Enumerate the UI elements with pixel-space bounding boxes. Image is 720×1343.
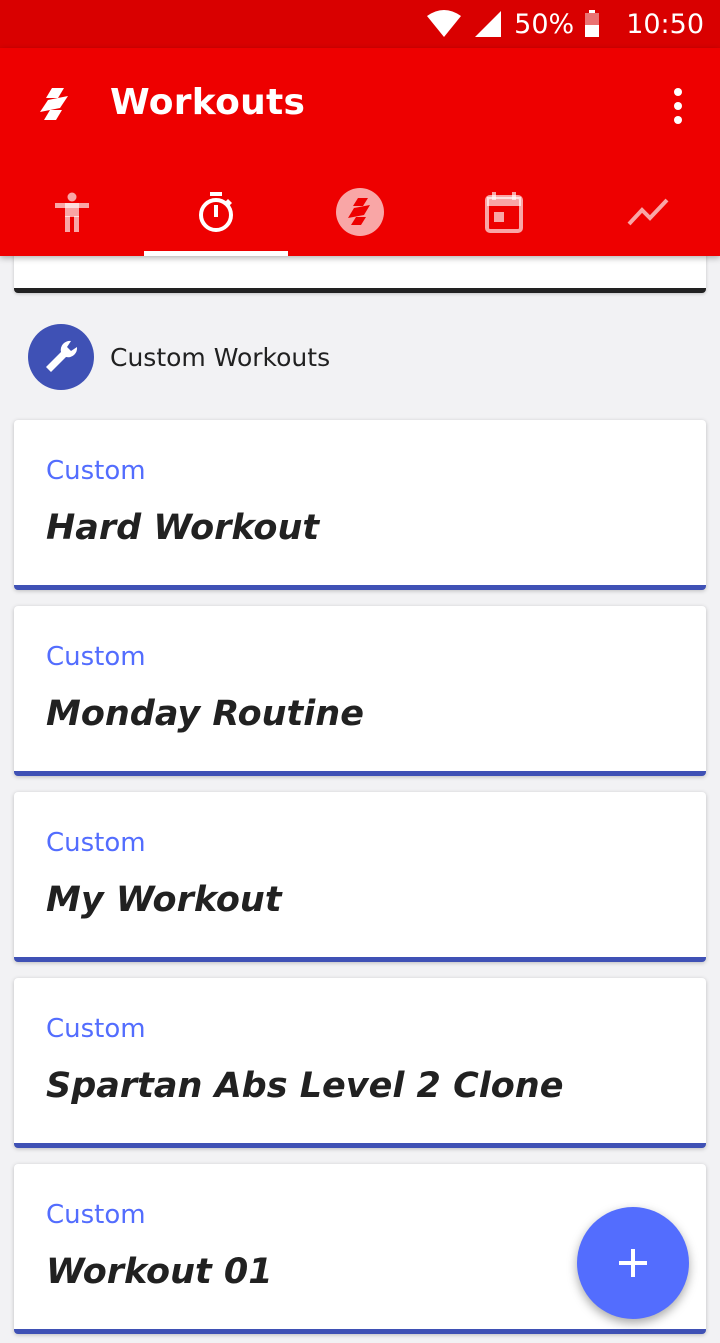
trending-icon [627,198,669,226]
workout-tag: Custom [46,828,146,858]
battery-percent: 50% [514,8,575,40]
tab-calendar[interactable] [432,168,576,256]
app-bar: Workouts [0,48,720,256]
workout-tag: Custom [46,456,146,486]
wifi-icon [426,10,462,38]
workout-card[interactable]: Custom Hard Workout [14,420,706,590]
spartan-logo-icon [34,84,74,124]
workout-title: Hard Workout [46,508,320,548]
workout-card[interactable]: Custom Spartan Abs Level 2 Clone [14,978,706,1148]
workout-title: Monday Routine [46,694,364,734]
tab-progress[interactable] [576,168,720,256]
workout-card[interactable]: Custom Monday Routine [14,606,706,776]
wrench-icon [28,324,94,390]
tab-timer[interactable] [144,168,288,256]
workout-tag: Custom [46,1014,146,1044]
workout-title: Workout 01 [46,1252,273,1292]
battery-icon [584,10,600,38]
calendar-icon [485,192,523,233]
workout-title: My Workout [46,880,282,920]
more-options-icon[interactable] [664,86,692,126]
workout-list[interactable]: Custom Workouts Custom Hard Workout Cust… [0,256,720,1343]
workout-tag: Custom [46,642,146,672]
workout-card[interactable]: Custom My Workout [14,792,706,962]
add-workout-button[interactable] [577,1207,689,1319]
section-header: Custom Workouts [28,324,330,390]
workout-tag: Custom [46,1200,146,1230]
spartan-logo-icon [336,188,384,236]
signal-icon [474,10,502,38]
clock: 10:50 [626,8,704,40]
stopwatch-icon [199,192,233,232]
tab-spartan[interactable] [288,168,432,256]
status-bar: 50% 10:50 [0,0,720,48]
tab-bar [0,168,720,256]
tab-exercises[interactable] [0,168,144,256]
list-item[interactable] [14,256,706,293]
person-icon [55,192,89,232]
section-title: Custom Workouts [110,342,331,372]
plus-icon [619,1249,647,1277]
page-title: Workouts [110,82,306,123]
workout-title: Spartan Abs Level 2 Clone [46,1066,564,1106]
